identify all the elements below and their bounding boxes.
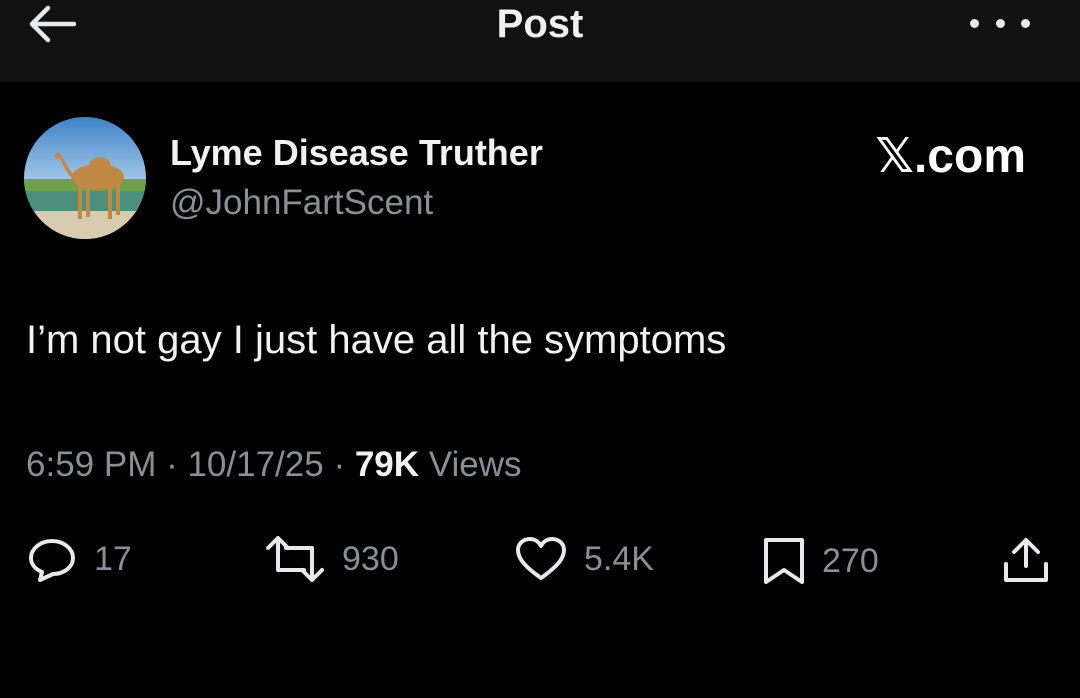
reply-button[interactable]: 17	[26, 536, 132, 582]
more-horizontal-icon	[970, 18, 979, 28]
views-label: Views	[419, 445, 522, 484]
repost-icon	[266, 536, 324, 582]
heart-icon	[516, 537, 566, 580]
views-count[interactable]: 79K	[355, 445, 419, 484]
avatar[interactable]	[24, 117, 146, 239]
repost-count: 930	[342, 539, 399, 578]
reply-count: 17	[94, 539, 132, 578]
meta-separator: ·	[323, 445, 355, 484]
post-date[interactable]: 10/17/25	[187, 445, 323, 484]
share-icon	[1004, 538, 1048, 582]
reply-icon	[29, 539, 75, 582]
meta-separator: ·	[156, 445, 188, 484]
action-bar: 17 930 5.4K 270	[0, 530, 1080, 590]
like-button[interactable]: 5.4K	[514, 536, 654, 582]
author-name[interactable]: Lyme Disease Truther	[170, 132, 543, 174]
repost-button[interactable]: 930	[264, 536, 399, 582]
watermark: 𝕏.com	[875, 130, 1026, 183]
like-count: 5.4K	[584, 539, 654, 578]
author-handle[interactable]: @JohnFartScent	[170, 183, 433, 223]
more-options-button[interactable]	[970, 8, 1030, 38]
bookmark-count: 270	[822, 541, 879, 580]
camel-avatar-image	[24, 117, 146, 239]
post-meta: 6:59 PM · 10/17/25 · 79K Views	[26, 445, 522, 485]
share-button[interactable]	[1000, 536, 1052, 586]
top-bar: Post	[0, 0, 1080, 82]
post-time[interactable]: 6:59 PM	[26, 445, 156, 484]
bookmark-icon	[764, 538, 804, 584]
post-text: I’m not gay I just have all the symptoms	[26, 318, 727, 362]
bookmark-button[interactable]: 270	[762, 536, 879, 586]
page-title: Post	[496, 2, 584, 46]
